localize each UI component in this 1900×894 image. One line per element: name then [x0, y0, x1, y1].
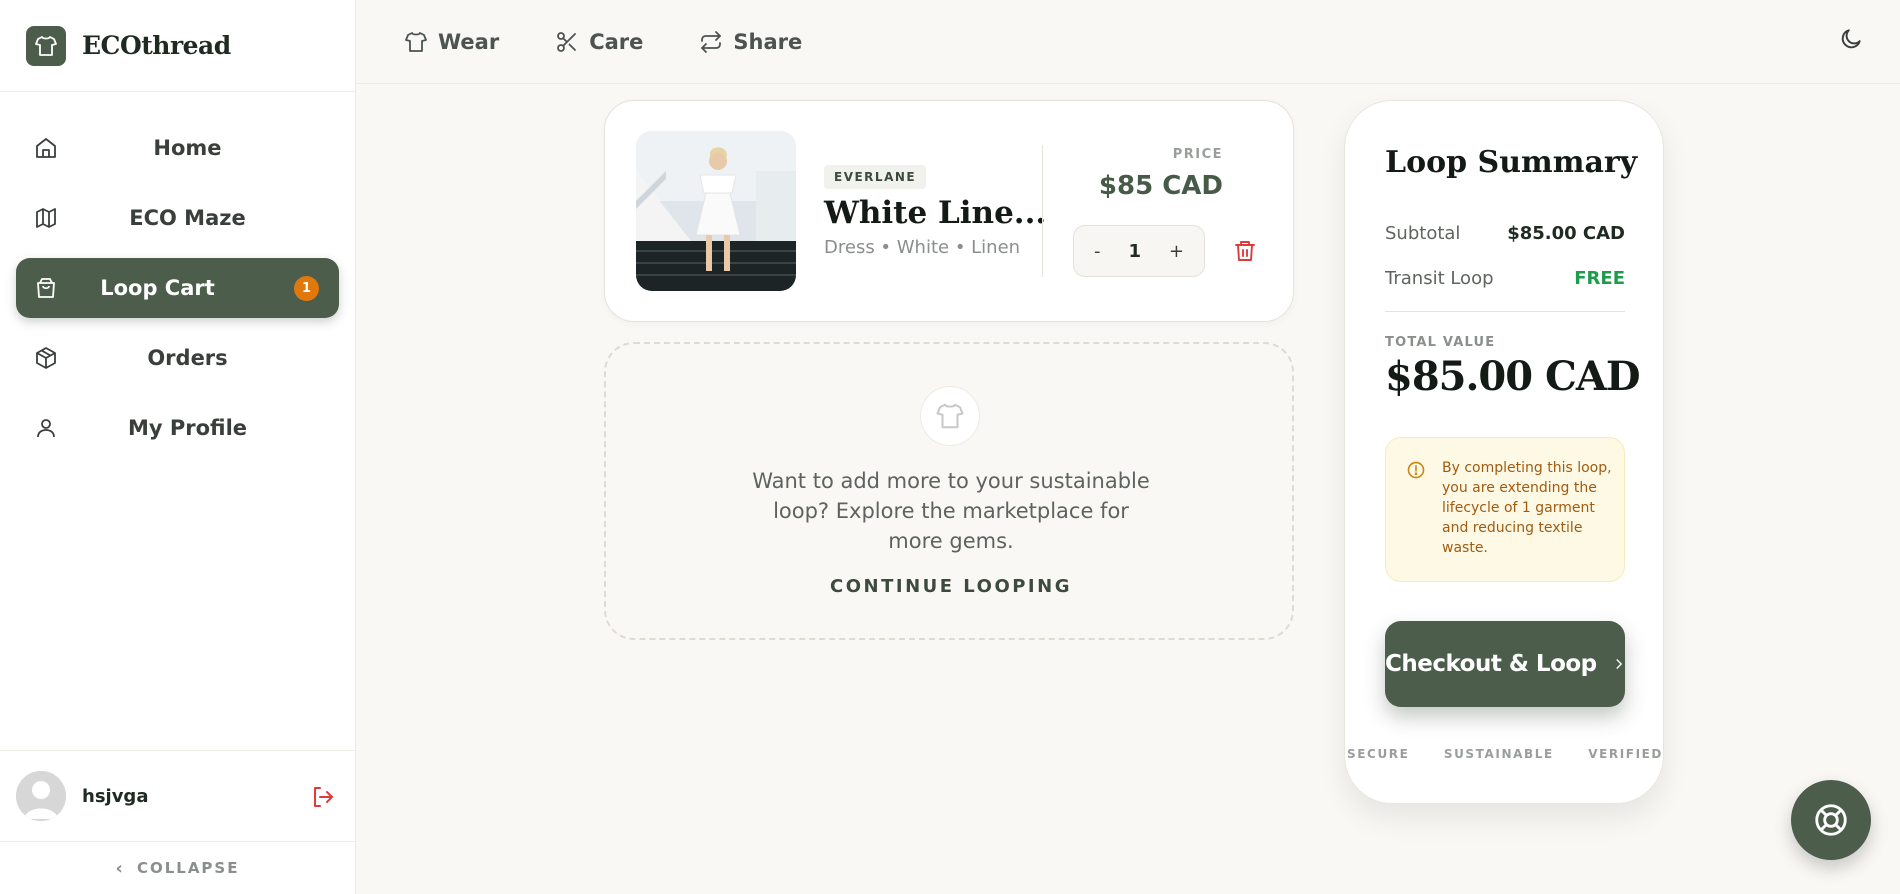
username: hsjvga: [82, 785, 149, 807]
impact-notice: By completing this loop, you are extendi…: [1385, 437, 1625, 582]
scissors-icon: [557, 31, 577, 52]
chevron-right-icon: [1616, 659, 1622, 669]
repeat-icon: [701, 30, 722, 53]
decrement-button[interactable]: -: [1094, 241, 1101, 262]
sidebar-item-orders[interactable]: Orders: [16, 328, 339, 388]
divider: [1042, 145, 1043, 277]
transit-label: Transit Loop: [1385, 268, 1494, 289]
topnav-label: Share: [733, 29, 803, 54]
subtotal-label: Subtotal: [1385, 223, 1461, 244]
top-bar: Wear Care Share: [356, 0, 1900, 84]
continue-shopping-card: Want to add more to your sustainable loo…: [604, 342, 1294, 640]
brand-logo-icon[interactable]: [26, 25, 66, 66]
topnav-label: Wear: [438, 29, 500, 54]
increment-button[interactable]: +: [1169, 241, 1184, 262]
summary-title: Loop Summary: [1385, 145, 1638, 180]
trust-badges: SECURE SUSTAINABLE VERIFIED: [1345, 747, 1665, 761]
sidebar-item-label: My Profile: [127, 416, 248, 440]
avatar[interactable]: [16, 771, 66, 821]
topnav-care[interactable]: Care: [555, 30, 643, 54]
home-icon: [36, 138, 56, 158]
topnav-share[interactable]: Share: [699, 30, 802, 54]
continue-looping-link[interactable]: CONTINUE LOOPING: [606, 576, 1296, 597]
trash-icon[interactable]: [1233, 239, 1257, 263]
brand-header: ECOthread: [0, 0, 355, 92]
shirt-icon: [405, 31, 427, 52]
topnav-label: Care: [589, 29, 644, 54]
cart-count-badge: 1: [294, 276, 319, 301]
impact-notice-text: By completing this loop, you are extendi…: [1442, 460, 1612, 556]
info-icon: [1407, 461, 1425, 479]
sidebar-item-label: Orders: [147, 346, 228, 370]
moon-icon[interactable]: [1838, 26, 1864, 52]
sidebar-item-loop-cart[interactable]: Loop Cart 1: [16, 258, 339, 318]
price-label: PRICE: [1172, 147, 1223, 162]
transit-row: Transit Loop FREE: [1385, 268, 1625, 289]
loop-summary-card: Loop Summary Subtotal $85.00 CAD Transit…: [1344, 100, 1664, 804]
sidebar-item-label: Home: [153, 136, 222, 160]
map-icon: [36, 208, 56, 228]
divider: [1385, 311, 1625, 312]
cart-item-card: EVERLANE White Line... Dress • White • L…: [604, 100, 1294, 322]
user-icon: [37, 419, 55, 438]
trust-sustainable: SUSTAINABLE: [1443, 747, 1554, 761]
sidebar-item-my-profile[interactable]: My Profile: [16, 398, 339, 458]
topnav-wear[interactable]: Wear: [404, 30, 499, 54]
package-icon: [36, 347, 56, 369]
sidebar-item-home[interactable]: Home: [16, 118, 339, 178]
product-image[interactable]: [636, 131, 796, 291]
total-label: TOTAL VALUE: [1385, 335, 1496, 350]
shirt-icon: [920, 386, 980, 446]
collapse-label: COLLAPSE: [136, 859, 240, 877]
sidebar-nav: Home ECO Maze Loop Cart 1 Orders My Prof…: [0, 92, 355, 458]
chevron-left-icon: ‹: [115, 857, 123, 879]
sidebar: ECOthread Home ECO Maze Loop Cart 1 Orde…: [0, 0, 356, 894]
product-brand-tag: EVERLANE: [824, 165, 927, 189]
trust-secure: SECURE: [1347, 747, 1410, 761]
subtotal-row: Subtotal $85.00 CAD: [1385, 223, 1625, 244]
product-title[interactable]: White Line...: [824, 195, 1046, 231]
continue-message: Want to add more to your sustainable loo…: [752, 469, 1150, 553]
sidebar-item-eco-maze[interactable]: ECO Maze: [16, 188, 339, 248]
brand-name[interactable]: ECOthread: [82, 31, 231, 60]
user-profile-row[interactable]: hsjvga: [0, 750, 355, 842]
total-value: $85.00 CAD: [1385, 353, 1641, 400]
logout-icon[interactable]: [311, 785, 335, 809]
subtotal-value: $85.00 CAD: [1507, 223, 1625, 244]
sidebar-item-label: ECO Maze: [129, 206, 246, 230]
lifebuoy-icon: [1815, 804, 1847, 836]
quantity-value: 1: [1128, 240, 1141, 262]
collapse-button[interactable]: ‹ COLLAPSE: [0, 842, 355, 894]
shopping-bag-icon: [37, 278, 55, 298]
quantity-stepper: - 1 +: [1073, 225, 1205, 277]
checkout-label: Checkout & Loop: [1385, 651, 1597, 677]
product-price: $85 CAD: [1098, 171, 1223, 201]
help-chat-button[interactable]: [1791, 780, 1871, 860]
sidebar-item-label: Loop Cart: [100, 276, 215, 300]
checkout-button[interactable]: Checkout & Loop: [1385, 621, 1625, 707]
trust-verified: VERIFIED: [1588, 747, 1663, 761]
product-meta: Dress • White • Linen: [824, 237, 1021, 258]
transit-value: FREE: [1574, 268, 1625, 289]
